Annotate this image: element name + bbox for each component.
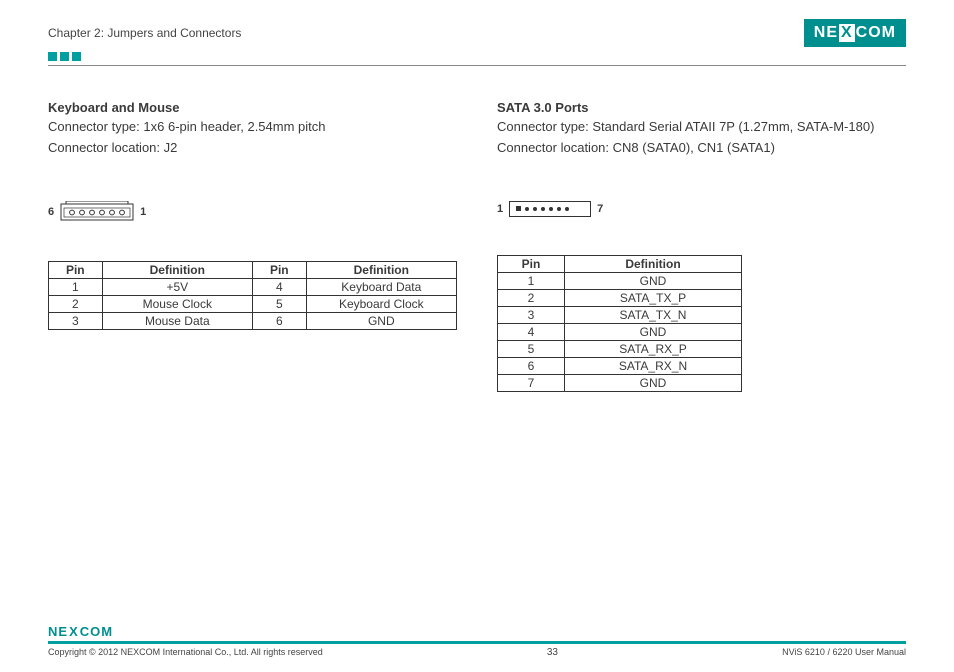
table-row: 3 Mouse Data 6 GND [49, 312, 457, 329]
km-connector-icon [60, 201, 134, 223]
th-def: Definition [565, 255, 742, 272]
th-pin: Pin [252, 261, 306, 278]
logo-bottom: NEXCOM [48, 624, 113, 639]
decorative-squares [48, 52, 906, 61]
chapter-title: Chapter 2: Jumpers and Connectors [48, 26, 241, 40]
logo-top: NEXCOM [804, 19, 906, 47]
footer-rule [48, 641, 906, 644]
manual-title: NViS 6210 / 6220 User Manual [782, 647, 906, 658]
km-pin-table: Pin Definition Pin Definition 1 +5V 4 Ke… [48, 261, 457, 330]
sata-connector-type: Connector type: Standard Serial ATAII 7P… [497, 117, 906, 138]
table-row: 1 +5V 4 Keyboard Data [49, 278, 457, 295]
km-connector-location: Connector location: J2 [48, 138, 457, 159]
th-def: Definition [306, 261, 456, 278]
th-def: Definition [102, 261, 252, 278]
copyright-text: Copyright © 2012 NEXCOM International Co… [48, 647, 323, 658]
section-sata-ports: SATA 3.0 Ports Connector type: Standard … [497, 100, 906, 392]
km-connector-type: Connector type: 1x6 6-pin header, 2.54mm… [48, 117, 457, 138]
sata-connector-location: Connector location: CN8 (SATA0), CN1 (SA… [497, 138, 906, 159]
table-row: 6SATA_RX_N [498, 357, 742, 374]
logo-part-mid: X [839, 24, 855, 42]
logo-part-left: NE [814, 24, 838, 42]
sata-connector-icon [509, 201, 591, 217]
th-pin: Pin [49, 261, 103, 278]
header-rule [48, 65, 906, 66]
page-footer: NEXCOM Copyright © 2012 NEXCOM Internati… [48, 624, 906, 658]
logo-part-right: COM [856, 24, 896, 42]
table-row: 4GND [498, 323, 742, 340]
km-diagram: 6 1 [48, 201, 457, 223]
table-row: 7GND [498, 374, 742, 391]
th-pin: Pin [498, 255, 565, 272]
sata-pin-label-1: 1 [497, 203, 503, 215]
sata-title: SATA 3.0 Ports [497, 100, 906, 115]
km-pin-label-6: 6 [48, 206, 54, 218]
section-keyboard-mouse: Keyboard and Mouse Connector type: 1x6 6… [48, 100, 457, 392]
sata-pin-table: Pin Definition 1GND 2SATA_TX_P 3SATA_TX_… [497, 255, 742, 392]
table-row: 2 Mouse Clock 5 Keyboard Clock [49, 295, 457, 312]
table-row: 1GND [498, 272, 742, 289]
table-row: 3SATA_TX_N [498, 306, 742, 323]
sata-pin-label-7: 7 [597, 203, 603, 215]
km-title: Keyboard and Mouse [48, 100, 457, 115]
table-row: 2SATA_TX_P [498, 289, 742, 306]
page-number: 33 [547, 647, 558, 658]
sata-diagram: 1 7 [497, 201, 906, 217]
km-pin-label-1: 1 [140, 206, 146, 218]
table-row: 5SATA_RX_P [498, 340, 742, 357]
